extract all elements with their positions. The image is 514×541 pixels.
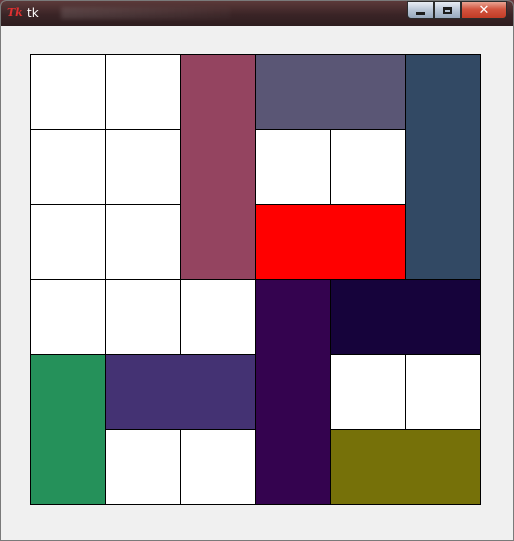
tk-feather-icon: Tk	[7, 6, 23, 19]
empty-cell[interactable]	[30, 279, 106, 355]
empty-cell[interactable]	[105, 129, 181, 205]
maximize-icon	[443, 6, 452, 14]
empty-cell[interactable]	[105, 54, 181, 130]
window-controls: ✕	[407, 1, 507, 21]
piece-navy-vertical[interactable]	[405, 54, 481, 280]
piece-violet-horizontal[interactable]	[105, 354, 256, 430]
title-blur-decoration	[61, 7, 231, 19]
piece-maroon-vertical[interactable]	[180, 54, 256, 280]
empty-cell[interactable]	[30, 54, 106, 130]
window-title: tk	[27, 6, 39, 20]
close-icon: ✕	[478, 2, 490, 18]
empty-cell[interactable]	[105, 204, 181, 280]
maximize-button[interactable]	[434, 1, 461, 19]
puzzle-board[interactable]	[30, 54, 481, 505]
piece-purple-vertical[interactable]	[255, 279, 331, 505]
piece-slate-horizontal[interactable]	[255, 54, 406, 130]
piece-green-vertical[interactable]	[30, 354, 106, 505]
empty-cell[interactable]	[330, 129, 406, 205]
close-button[interactable]: ✕	[461, 1, 507, 19]
piece-dark-indigo-horizontal[interactable]	[330, 279, 481, 355]
window-client-area	[8, 29, 507, 533]
title-bar[interactable]: Tk tk ✕	[1, 1, 513, 26]
empty-cell[interactable]	[105, 279, 181, 355]
empty-cell[interactable]	[180, 279, 256, 355]
empty-cell[interactable]	[405, 354, 481, 430]
empty-cell[interactable]	[30, 204, 106, 280]
empty-cell[interactable]	[255, 129, 331, 205]
app-window: Tk tk ✕	[0, 0, 514, 541]
minimize-icon	[416, 11, 425, 15]
empty-cell[interactable]	[180, 429, 256, 505]
minimize-button[interactable]	[407, 1, 434, 19]
empty-cell[interactable]	[30, 129, 106, 205]
empty-cell[interactable]	[105, 429, 181, 505]
empty-cell[interactable]	[330, 354, 406, 430]
piece-olive-horizontal[interactable]	[330, 429, 481, 505]
piece-red-target[interactable]	[255, 204, 406, 280]
